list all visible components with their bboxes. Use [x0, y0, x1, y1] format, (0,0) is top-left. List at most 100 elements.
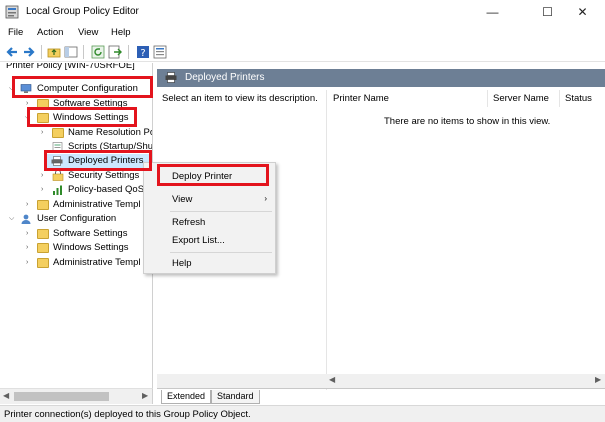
tree-item-cc-windows-settings[interactable]: ⌵ Windows Settings — [0, 111, 152, 125]
tree-pane: Printer Policy [WIN-70SRFOE] ⌵ Computer … — [0, 63, 153, 388]
scroll-thumb[interactable] — [14, 392, 109, 401]
tree-item-label: Software Settings — [53, 98, 128, 109]
folder-icon — [37, 200, 49, 210]
column-separator[interactable] — [487, 90, 488, 107]
forward-icon[interactable] — [22, 45, 36, 59]
submenu-arrow-icon: › — [264, 194, 267, 203]
tree-item-deployed-printers[interactable]: Deployed Printers — [46, 154, 151, 168]
tree-root-label: Printer Policy [WIN-70SRFOE] — [6, 63, 135, 71]
tree-item-scripts[interactable]: Scripts (Startup/Shu — [0, 140, 153, 154]
refresh-icon[interactable] — [91, 45, 105, 59]
scroll-right-icon[interactable]: ▶ — [142, 391, 148, 400]
folder-icon — [37, 99, 49, 109]
tree-item-policy-qos[interactable]: › Policy-based QoS — [0, 183, 152, 197]
tree-item-label: Security Settings — [68, 170, 140, 181]
script-icon — [52, 142, 63, 152]
details-title: Deployed Printers — [185, 72, 265, 83]
printer-icon — [51, 156, 63, 166]
tree-item-label: Scripts (Startup/Shu — [68, 141, 153, 152]
tree-item-label: User Configuration — [37, 213, 117, 224]
context-menu-refresh[interactable]: Refresh — [172, 217, 205, 228]
menu-action[interactable]: Action — [37, 27, 63, 38]
back-icon[interactable] — [5, 45, 19, 59]
pane-divider[interactable] — [326, 90, 327, 390]
tree-item-uc-windows-settings[interactable]: › Windows Settings — [0, 241, 152, 255]
minimize-button[interactable]: — — [470, 0, 515, 24]
chevron-right-icon[interactable]: › — [26, 227, 34, 241]
expanded-chevron-icon[interactable]: ⌵ — [9, 212, 17, 226]
folder-icon — [37, 258, 49, 268]
empty-list-message: There are no items to show in this view. — [384, 116, 551, 127]
tree-item-label: Deployed Printers — [68, 155, 144, 166]
chevron-right-icon[interactable]: › — [41, 169, 49, 183]
column-separator[interactable] — [559, 90, 560, 107]
chevron-right-icon[interactable]: › — [26, 97, 34, 111]
context-menu-export-list[interactable]: Export List... — [172, 235, 225, 246]
tree-item-security-settings[interactable]: › Security Settings — [0, 169, 152, 183]
chevron-right-icon[interactable]: › — [26, 256, 34, 270]
help-icon[interactable]: ? — [136, 45, 150, 59]
tree-item-label: Windows Settings — [53, 242, 129, 253]
context-menu-deploy-printer[interactable]: Deploy Printer — [172, 171, 232, 182]
tree-item-uc-software-settings[interactable]: › Software Settings — [0, 227, 152, 241]
tree-item-label: Computer Configuration — [37, 83, 138, 94]
menu-file[interactable]: File — [8, 27, 23, 38]
folder-icon — [37, 113, 49, 123]
view-tabs: Extended Standard — [157, 388, 605, 404]
security-icon — [52, 171, 64, 181]
menu-separator — [170, 252, 272, 253]
tree-item-label: Name Resolution Po — [68, 127, 153, 138]
up-folder-icon[interactable] — [47, 45, 61, 59]
toolbar: ? — [0, 42, 605, 62]
chevron-right-icon[interactable]: › — [41, 183, 49, 197]
show-hide-tree-icon[interactable] — [64, 45, 78, 59]
menu-help[interactable]: Help — [111, 27, 131, 38]
svg-text:?: ? — [140, 48, 145, 59]
tree-item-computer-configuration[interactable]: ⌵ Computer Configuration — [0, 82, 152, 96]
expanded-chevron-icon[interactable]: ⌵ — [9, 82, 17, 96]
menu-view[interactable]: View — [78, 27, 98, 38]
tree-item-label: Administrative Templ — [53, 199, 141, 210]
folder-icon — [37, 243, 49, 253]
tree-item-cc-admin-templates[interactable]: › Administrative Templ — [0, 198, 152, 212]
tree-item-name-resolution[interactable]: › Name Resolution Po — [0, 126, 153, 140]
chevron-right-icon[interactable]: › — [41, 126, 49, 140]
column-header-status[interactable]: Status — [565, 93, 592, 104]
details-horizontal-scrollbar[interactable]: ◀ ▶ — [157, 374, 605, 388]
status-bar: Printer connection(s) deployed to this G… — [0, 405, 605, 422]
export-icon[interactable] — [108, 45, 122, 59]
tree-item-label: Windows Settings — [53, 112, 129, 123]
title-bar: Local Group Policy Editor — ☐ ✕ — [0, 0, 605, 24]
tree-horizontal-scrollbar[interactable]: ◀ ▶ — [0, 388, 153, 404]
column-header-server-name[interactable]: Server Name — [493, 93, 549, 104]
context-menu: Deploy Printer View › Refresh Export Lis… — [143, 162, 276, 274]
chevron-right-icon[interactable]: › — [26, 198, 34, 212]
printer-icon — [165, 72, 177, 83]
scroll-left-icon[interactable]: ◀ — [329, 375, 335, 384]
computer-icon — [20, 84, 32, 93]
details-header: Deployed Printers — [157, 69, 605, 87]
expanded-chevron-icon[interactable]: ⌵ — [25, 111, 33, 125]
tree-item-user-configuration[interactable]: ⌵ User Configuration — [0, 212, 152, 226]
scroll-right-icon[interactable]: ▶ — [595, 375, 601, 384]
tree-item-cc-software-settings[interactable]: › Software Settings — [0, 97, 152, 111]
status-text: Printer connection(s) deployed to this G… — [4, 409, 251, 420]
folder-icon — [37, 229, 49, 239]
description-text: Select an item to view its description. — [162, 93, 318, 104]
tab-standard[interactable]: Standard — [211, 390, 260, 404]
tree-item-label: Software Settings — [53, 228, 128, 239]
tab-extended[interactable]: Extended — [161, 390, 212, 404]
tree-root[interactable]: Printer Policy [WIN-70SRFOE] — [0, 63, 152, 73]
group-policy-icon — [5, 5, 19, 19]
context-menu-view[interactable]: View — [172, 194, 192, 205]
column-header-printer-name[interactable]: Printer Name — [333, 93, 389, 104]
tree-item-uc-admin-templates[interactable]: › Administrative Templ — [0, 256, 152, 270]
menu-bar: File Action View Help — [0, 24, 605, 42]
user-icon — [21, 214, 31, 224]
close-button[interactable]: ✕ — [560, 0, 605, 24]
properties-icon[interactable] — [153, 45, 167, 59]
context-menu-help[interactable]: Help — [172, 258, 192, 269]
scroll-left-icon[interactable]: ◀ — [3, 391, 9, 400]
tree-item-label: Policy-based QoS — [68, 184, 145, 195]
chevron-right-icon[interactable]: › — [26, 241, 34, 255]
